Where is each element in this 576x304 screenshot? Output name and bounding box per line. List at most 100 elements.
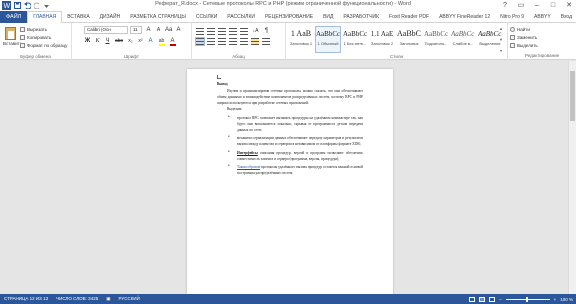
customize-icon[interactable]	[44, 2, 49, 9]
tab-home[interactable]: ГЛАВНАЯ	[27, 10, 63, 23]
decrease-indent-icon[interactable]	[229, 27, 237, 35]
shrink-font-button[interactable]: A	[155, 26, 162, 34]
document-heading: Вывод	[217, 82, 228, 86]
help-button[interactable]: ?	[500, 0, 510, 11]
multilevel-list-icon[interactable]	[218, 27, 226, 35]
brush-icon	[20, 43, 25, 48]
tab-references[interactable]: ССЫЛКИ	[191, 11, 222, 23]
zoom-in-icon[interactable]: +	[554, 297, 557, 302]
align-right-icon[interactable]	[218, 38, 226, 45]
scrollbar-thumb[interactable]	[570, 71, 575, 121]
tab-view[interactable]: ВИД	[318, 11, 338, 23]
paragraph-align-tools	[195, 37, 270, 46]
tab-foxit[interactable]: Foxit Reader PDF	[384, 11, 434, 23]
paragraph-group: ↓A ¶ Абзац	[192, 23, 286, 60]
document-body[interactable]: Вывод Изучив и проанализировав сетевые п…	[217, 81, 363, 178]
style-subtitle[interactable]: AaBbCcI Подзаголо...	[423, 26, 449, 53]
show-marks-button[interactable]: ¶	[263, 27, 270, 35]
tab-developer[interactable]: РАЗРАБОТЧИК	[338, 11, 384, 23]
list-item: механизм сериализации данных обеспечивае…	[225, 135, 363, 147]
zoom-slider[interactable]	[505, 296, 550, 302]
minimize-button[interactable]: –	[532, 0, 542, 11]
increase-indent-icon[interactable]	[240, 27, 248, 35]
tab-design[interactable]: ДИЗАЙН	[95, 11, 126, 23]
highlight-button[interactable]: ab	[157, 37, 166, 46]
font-size-select[interactable]: 11	[130, 26, 142, 34]
undo-icon[interactable]	[24, 2, 31, 9]
bullets-icon[interactable]	[196, 27, 204, 35]
highlight-color-bar	[158, 44, 165, 46]
proofing-icon[interactable]: ▣	[102, 294, 114, 304]
select-button[interactable]: Выделить	[510, 43, 538, 48]
replace-button[interactable]: Заменить	[510, 35, 537, 40]
italic-button[interactable]: К	[94, 37, 101, 45]
numbering-icon[interactable]	[207, 27, 215, 35]
clear-format-button[interactable]: A	[175, 26, 182, 34]
more-styles-icon[interactable]: ▾	[498, 48, 504, 53]
zoom-out-icon[interactable]: –	[499, 297, 502, 302]
tab-page-layout[interactable]: РАЗМЕТКА СТРАНИЦЫ	[125, 11, 191, 23]
paste-button[interactable]: Вставить	[3, 27, 22, 49]
tab-review[interactable]: РЕЦЕНЗИРОВАНИЕ	[260, 11, 318, 23]
change-case-button[interactable]: Aa	[165, 26, 172, 34]
ribbon-tabs: ФАЙЛ ГЛАВНАЯ ВСТАВКА ДИЗАЙН РАЗМЕТКА СТР…	[0, 10, 576, 23]
align-left-icon[interactable]	[195, 37, 205, 46]
word-logo-icon: W	[2, 1, 11, 10]
close-button[interactable]: ✕	[564, 0, 574, 11]
strikethrough-button[interactable]: abc	[114, 37, 124, 45]
word-count[interactable]: ЧИСЛО СЛОВ: 3425	[52, 294, 102, 304]
bold-button[interactable]: Ж	[84, 37, 91, 45]
list-item: Таким образом протоколы удалённого вызов…	[225, 164, 363, 176]
cut-button[interactable]: Вырезать	[20, 27, 47, 32]
page-count[interactable]: СТРАНИЦА 12 ИЗ 13	[0, 294, 52, 304]
signin-link[interactable]: Вход	[561, 11, 572, 23]
read-mode-icon[interactable]	[469, 296, 476, 302]
scroll-up-icon[interactable]: ▲	[498, 26, 504, 31]
tab-file[interactable]: ФАЙЛ	[0, 10, 28, 23]
copy-button[interactable]: Копировать	[20, 35, 51, 40]
sort-button[interactable]: ↓A	[251, 27, 260, 35]
style-normal[interactable]: AaBbCcI 1 Обычный	[315, 26, 341, 53]
style-title[interactable]: AaBbC Заголовок	[396, 26, 422, 53]
find-button[interactable]: Найти	[510, 27, 530, 32]
document-paragraph: Изучив и проанализировав сетевые протоко…	[217, 88, 363, 106]
style-heading-2[interactable]: 1.1 AaE Заголовок 2	[369, 26, 395, 53]
select-icon	[510, 43, 515, 48]
font-name-select[interactable]: Calibri (Осн	[84, 26, 128, 34]
tab-finereader[interactable]: ABBYY FineReader 12	[434, 11, 495, 23]
tab-nitro[interactable]: Nitro Pro 9	[495, 11, 529, 23]
print-layout-icon[interactable]	[479, 296, 486, 302]
style-heading-1[interactable]: 1 AaB Заголовок 1	[288, 26, 314, 53]
line-spacing-icon[interactable]	[240, 38, 248, 45]
superscript-button[interactable]: x²	[137, 37, 144, 45]
font-color-button[interactable]: A	[169, 37, 176, 46]
redo-icon[interactable]	[34, 2, 41, 9]
web-layout-icon[interactable]	[489, 296, 496, 302]
scroll-down-icon[interactable]: ▼	[498, 37, 504, 42]
zoom-slider-knob[interactable]	[525, 296, 528, 302]
align-center-icon[interactable]	[207, 38, 215, 45]
justify-icon[interactable]	[229, 38, 237, 45]
language-indicator[interactable]: РУССКИЙ	[114, 294, 143, 304]
vertical-scrollbar[interactable]	[568, 61, 576, 294]
tab-abbyy[interactable]: ABBYY	[529, 11, 556, 23]
style-subtle-emphasis[interactable]: AaBbCcI Слабое в...	[450, 26, 476, 53]
underline-button[interactable]: Ч	[104, 37, 111, 45]
subscript-button[interactable]: x₂	[127, 37, 134, 45]
maximize-button[interactable]: □	[548, 0, 558, 11]
styles-gallery-scroll[interactable]: ▲ ▼ ▾	[498, 26, 504, 53]
save-icon[interactable]	[14, 2, 21, 9]
text-effects-button[interactable]: A	[147, 37, 154, 45]
zoom-level[interactable]: 100 %	[560, 297, 573, 302]
style-no-spacing[interactable]: AaBbCcI 1 Без инте...	[342, 26, 368, 53]
borders-icon[interactable]	[262, 38, 270, 45]
shading-icon[interactable]	[251, 38, 259, 45]
tab-mailings[interactable]: РАССЫЛКИ	[222, 11, 260, 23]
ribbon-display-button[interactable]: ▭	[516, 0, 526, 11]
document-page[interactable]: Вывод Изучив и проанализировав сетевые п…	[187, 69, 393, 299]
paragraph-group-label: Абзац	[232, 54, 245, 59]
format-painter-button[interactable]: Формат по образцу	[20, 43, 67, 48]
quick-access-toolbar: W	[0, 0, 49, 11]
tab-insert[interactable]: ВСТАВКА	[62, 11, 94, 23]
grow-font-button[interactable]: A	[145, 26, 152, 34]
